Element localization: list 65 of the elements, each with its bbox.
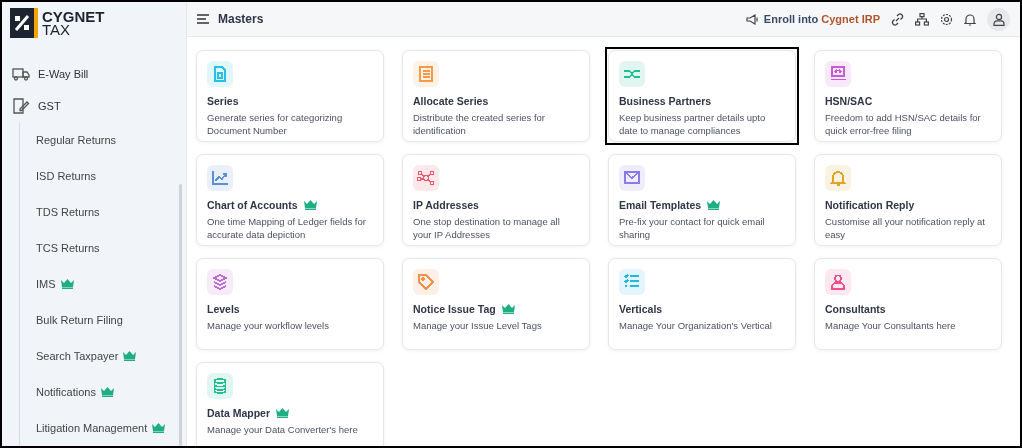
card-description: One stop destination to manage all your IP Addresses (413, 215, 561, 241)
card-title: Notice Issue Tag (413, 303, 496, 315)
scrollbar[interactable] (179, 184, 182, 446)
nav-subitem[interactable]: ISD Returns (36, 158, 186, 194)
card-title: IP Addresses (413, 199, 479, 211)
card-description: Pre-fix your contact for quick email sharing (619, 215, 766, 241)
nav-subitem[interactable]: Litigation Management (36, 410, 186, 446)
master-card[interactable]: Notice Issue Tag Manage your Issue Level Tags (402, 258, 590, 350)
card-description: Freedom to add HSN/SAC details for quick error-free filing (825, 111, 982, 137)
megaphone-icon (745, 13, 759, 25)
card-description: Manage Your Consultants here (825, 319, 957, 332)
sitemap-icon[interactable] (915, 12, 929, 26)
master-card[interactable]: Notification Reply Customise all your notification reply at easy (814, 154, 1002, 246)
card-title: Notification Reply (825, 199, 915, 211)
master-card[interactable]: Levels Manage your workflow levels (196, 258, 384, 350)
logo-text: TAX (42, 23, 71, 36)
nav-subitem[interactable]: IMS (36, 266, 186, 302)
master-card[interactable]: Allocate Series Distribute the created series for identification (402, 50, 590, 142)
card-title: Business Partners (619, 95, 712, 107)
page-title: Masters (218, 12, 264, 26)
card-description: Manage your Issue Level Tags (413, 319, 543, 332)
card-title: Chart of Accounts (207, 199, 298, 211)
nav-subitem[interactable]: Bulk Return Filing (36, 302, 186, 338)
card-title: Consultants (825, 303, 886, 315)
logo-text: CYGNET (42, 10, 105, 23)
settings-icon[interactable] (940, 12, 953, 26)
card-title: Allocate Series (413, 95, 489, 107)
card-description: Generate series for categorizing Document Number (207, 111, 344, 137)
card-title: Data Mapper (207, 407, 270, 419)
logo-icon (10, 8, 38, 38)
card-description: Keep business partner details upto date to manage compliances (619, 111, 767, 137)
nav-item[interactable]: E-Way Bill (2, 58, 186, 90)
nav-subitem[interactable]: TCS Returns (36, 230, 186, 266)
card-description: Manage Your Organization's Vertical (619, 319, 773, 332)
document-edit-icon (12, 98, 30, 114)
card-description: Customise all your notification reply at easy (825, 215, 986, 241)
card-title: Series (207, 95, 239, 107)
nav-subitem[interactable]: Notifications (36, 374, 186, 410)
card-title: Email Templates (619, 199, 702, 211)
enroll-link[interactable]: Enroll into Cygnet IRP (763, 13, 880, 25)
master-card[interactable]: Chart of Accounts One time Mapping of Ledger fields for accurate data depiction (196, 154, 384, 246)
master-card[interactable]: HSN/SAC Freedom to add HSN/SAC details for quick error-free filing (814, 50, 1002, 142)
user-avatar[interactable] (987, 7, 1010, 31)
card-description: Manage your workflow levels (207, 319, 330, 332)
card-title: Verticals (619, 303, 663, 315)
truck-icon (12, 67, 30, 81)
menu-icon[interactable] (197, 14, 209, 24)
master-card[interactable]: Verticals Manage Your Organization's Vertical (608, 258, 796, 350)
card-description: One time Mapping of Ledger fields for accurate data depiction (207, 215, 367, 241)
card-title: Levels (207, 303, 240, 315)
card-description: Manage your Data Converter's here (207, 423, 359, 436)
master-card[interactable]: IP Addresses One stop destination to manage all your IP Addresses (402, 154, 590, 246)
link-icon[interactable] (891, 12, 904, 26)
card-title: HSN/SAC (825, 95, 873, 107)
nav-subitem[interactable]: Regular Returns (36, 122, 186, 158)
nav-subitem[interactable]: Search Taxpayer (36, 338, 186, 374)
master-card[interactable]: Email Templates Pre-fix your contact for quick email sharing (608, 154, 796, 246)
master-card[interactable]: Data Mapper Manage your Data Converter's here (196, 362, 384, 446)
master-card[interactable]: Business Partners Keep business partner details upto date to manage compliances (608, 50, 796, 142)
master-card[interactable]: Series Generate series for categorizing Document Number (196, 50, 384, 142)
master-card[interactable]: Consultants Manage Your Consultants here (814, 258, 1002, 350)
card-description: Distribute the created series for identification (413, 111, 546, 137)
nav-item[interactable]: GST (2, 90, 186, 122)
nav-subitem[interactable]: TDS Returns (36, 194, 186, 230)
notification-bell-icon[interactable] (964, 12, 976, 26)
